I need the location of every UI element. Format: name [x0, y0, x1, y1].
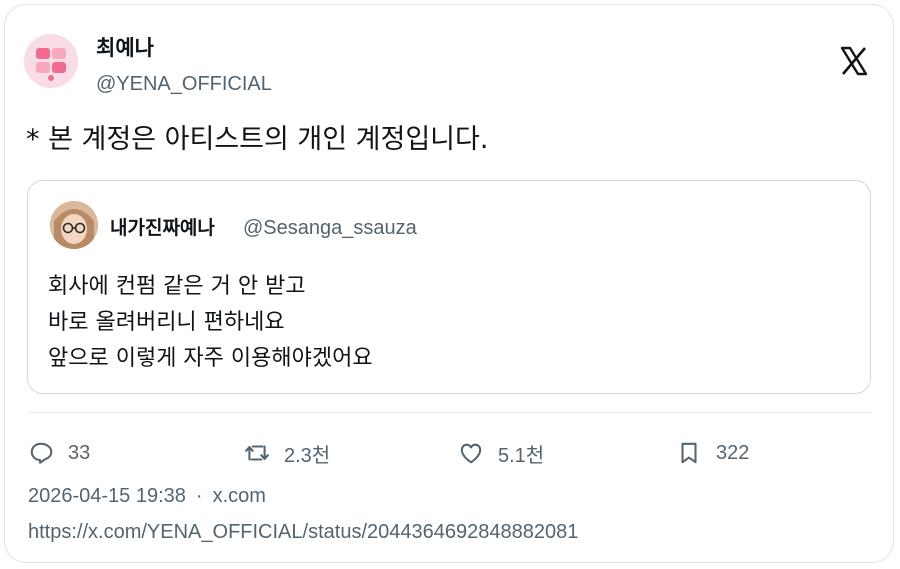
source-domain[interactable]: x.com — [213, 485, 266, 507]
like-count: 5.1천 — [498, 444, 545, 467]
quoted-avatar-photo-icon — [50, 201, 98, 249]
heart-icon — [460, 443, 482, 464]
retweet-count: 2.3천 — [284, 444, 331, 467]
tweet-url[interactable]: https://x.com/YENA_OFFICIAL/status/20443… — [28, 518, 578, 546]
quoted-author-name[interactable]: 내가진짜예나 — [110, 215, 215, 241]
quoted-author-avatar[interactable] — [50, 201, 98, 249]
divider — [27, 412, 873, 413]
reply-count: 33 — [68, 441, 91, 464]
tweet-text: * 본 계정은 아티스트의 개인 계정입니다. — [26, 124, 489, 155]
quoted-tweet-text: 회사에 컨펌 같은 거 안 받고 바로 올려버리니 편하네요 앞으로 이렇게 자… — [48, 269, 373, 377]
quoted-line: 앞으로 이렇게 자주 이용해야겠어요 — [48, 346, 373, 371]
x-logo-icon[interactable] — [840, 46, 868, 76]
quoted-line: 바로 올려버리니 편하네요 — [48, 310, 285, 335]
retweet-button[interactable]: 2.3천 — [244, 436, 330, 470]
meta-separator: · — [195, 485, 203, 507]
bookmark-button[interactable]: 322 — [676, 436, 749, 470]
author-avatar[interactable] — [24, 34, 78, 88]
like-button[interactable]: 5.1천 — [458, 436, 544, 470]
timestamp[interactable]: 2026-04-15 19:38 — [28, 485, 186, 507]
bookmark-count: 322 — [716, 441, 750, 464]
tweet-meta: 2026-04-15 19:38 · x.com — [28, 482, 266, 510]
avatar-logo-icon — [24, 34, 78, 88]
retweet-icon — [245, 445, 269, 461]
quoted-author-handle[interactable]: @Sesanga_ssauza — [243, 215, 417, 241]
bookmark-icon — [681, 442, 697, 464]
author-handle[interactable]: @YENA_OFFICIAL — [96, 70, 272, 98]
reply-icon — [30, 442, 53, 464]
quoted-tweet[interactable]: 내가진짜예나 @Sesanga_ssauza 회사에 컨펌 같은 거 안 받고 … — [27, 180, 871, 394]
author-name[interactable]: 최예나 — [96, 34, 154, 62]
reply-button[interactable]: 33 — [28, 436, 90, 470]
quoted-line: 회사에 컨펌 같은 거 안 받고 — [48, 274, 306, 299]
